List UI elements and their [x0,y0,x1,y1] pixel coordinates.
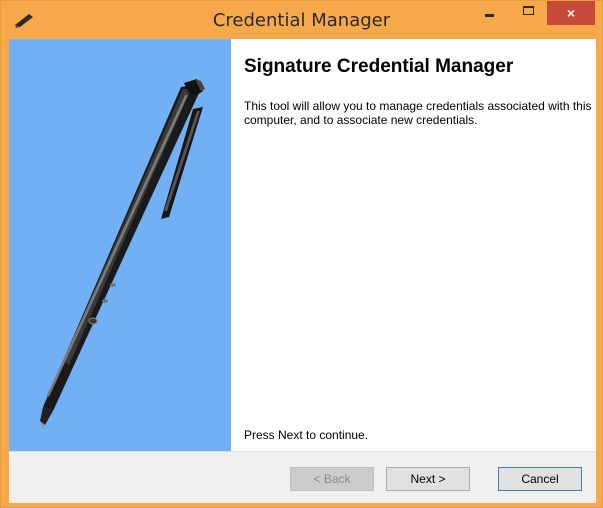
button-bar: < Back Next > Cancel [9,451,596,503]
back-button[interactable]: < Back [290,467,374,491]
minimize-button[interactable] [474,1,504,25]
maximize-icon [523,6,534,15]
wizard-content: Signature Credential Manager This tool w… [231,39,596,451]
page-title: Signature Credential Manager [244,56,514,77]
maximize-button[interactable] [514,1,544,25]
continue-prompt: Press Next to continue. [244,428,369,442]
window-title: Credential Manager [212,10,391,31]
title-bar[interactable]: Credential Manager × [1,1,602,39]
wizard-banner [9,39,231,451]
credential-manager-window: Credential Manager × Signature Credentia… [0,0,603,508]
next-button[interactable]: Next > [386,467,470,491]
cancel-button[interactable]: Cancel [498,467,582,491]
close-icon: × [566,5,576,21]
minimize-icon [485,14,494,17]
page-description: This tool will allow you to manage crede… [244,99,592,127]
close-button[interactable]: × [547,1,595,25]
stylus-image [40,79,205,429]
wizard-body: Signature Credential Manager This tool w… [9,39,596,503]
